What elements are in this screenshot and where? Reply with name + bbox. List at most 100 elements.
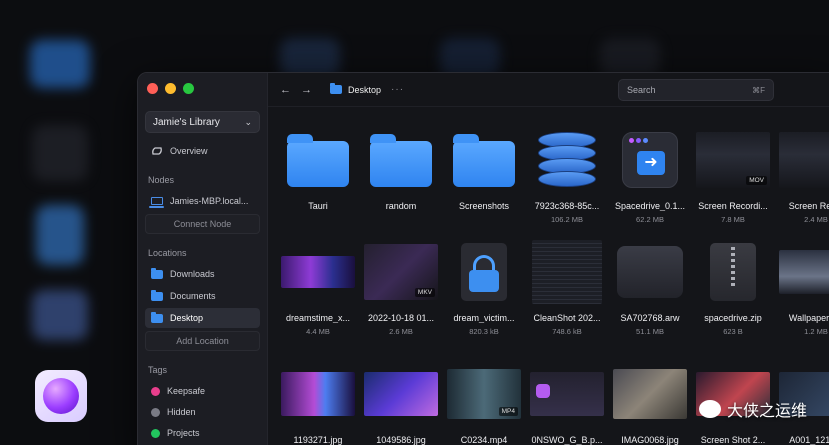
file-item[interactable]: MP4 C0234.mp4 — [444, 361, 524, 445]
nodes-section-title: Nodes — [148, 175, 175, 185]
tag-color-dot — [151, 386, 160, 396]
wechat-icon — [698, 400, 721, 418]
raw-image-icon — [617, 246, 683, 298]
watermark: 大侠之运维 — [698, 397, 807, 421]
minimize-window-button[interactable] — [165, 83, 176, 94]
file-item[interactable]: 1193271.jpg — [278, 361, 358, 445]
sidebar-item-downloads[interactable]: Downloads — [145, 264, 260, 284]
file-type-badge: MOV — [746, 176, 767, 185]
explorer-main: ← → Desktop ··· Search ⌘F Tauri random S… — [268, 73, 829, 445]
image-thumbnail — [281, 256, 355, 288]
sidebar-item-desktop[interactable]: Desktop — [145, 308, 260, 328]
file-item[interactable]: CleanShot 202... 748.6 kB — [527, 239, 607, 336]
lock-icon — [461, 243, 507, 301]
file-item[interactable]: IMAG0068.jpg — [610, 361, 690, 445]
sidebar-item-tag-hidden[interactable]: Hidden — [145, 402, 260, 422]
file-size: 51.1 MB — [636, 327, 664, 336]
folder-icon — [453, 134, 515, 187]
file-name: C0234.mp4 — [460, 435, 508, 445]
sidebar-item-tag-projects[interactable]: Projects — [145, 423, 260, 443]
file-item[interactable]: WallpaperD... 1.2 MB — [776, 239, 829, 336]
folder-icon — [287, 134, 349, 187]
sidebar-item-label: Documents — [170, 291, 216, 301]
file-item[interactable]: SA702768.arw 51.1 MB — [610, 239, 690, 336]
close-window-button[interactable] — [147, 83, 158, 94]
arrow-left-icon[interactable]: ← — [280, 84, 291, 96]
sidebar-item-overview[interactable]: Overview — [145, 141, 260, 161]
sidebar-item-documents[interactable]: Documents — [145, 286, 260, 306]
connect-node-button[interactable]: Connect Node — [145, 214, 260, 234]
sidebar-item-node[interactable]: Jamies-MBP.local... — [145, 191, 260, 211]
file-name: 2022-10-18 01... — [367, 313, 435, 323]
file-item[interactable]: dream_victim... 820.3 kB — [444, 239, 524, 336]
file-size: 62.2 MB — [636, 215, 664, 224]
sidebar: Jamie's Library ⌄ Overview Nodes Jamies-… — [138, 73, 268, 445]
tag-color-dot — [151, 428, 160, 438]
sidebar-item-label: Downloads — [170, 269, 215, 279]
folder-icon — [151, 267, 163, 279]
file-name: 0NSWO_G_B.p... — [531, 435, 603, 445]
folder-icon — [151, 289, 163, 301]
sidebar-item-tag-keepsafe[interactable]: Keepsafe — [145, 381, 260, 401]
file-item[interactable]: 1049586.jpg — [361, 361, 441, 445]
file-item[interactable]: 7923c368-85c... 106.2 MB — [527, 127, 607, 224]
file-item[interactable]: Screenshots — [444, 127, 524, 211]
blurred-lock-icon — [36, 205, 84, 265]
chevron-down-icon: ⌄ — [244, 116, 252, 127]
image-thumbnail — [613, 369, 687, 419]
laptop-icon — [149, 197, 164, 208]
blurred-folder-icon — [30, 40, 90, 88]
tags-section-title: Tags — [148, 365, 168, 375]
image-thumbnail — [779, 250, 829, 294]
file-name: 1193271.jpg — [293, 435, 343, 445]
toolbar: ← → Desktop ··· Search ⌘F — [268, 73, 829, 107]
installer-icon: ➜ — [622, 132, 678, 188]
file-name: 7923c368-85c... — [534, 201, 600, 211]
file-size: 4.4 MB — [306, 327, 330, 336]
file-item[interactable]: 0NSWO_G_B.p... — [527, 361, 607, 445]
file-item[interactable]: ➜ Spacedrive_0.1... 62.2 MB — [610, 127, 690, 224]
file-size: 820.3 kB — [469, 327, 499, 336]
file-item[interactable]: MOV Screen Recordi... 7.8 MB — [693, 127, 773, 224]
breadcrumb[interactable]: Desktop — [330, 83, 381, 95]
search-shortcut: ⌘F — [752, 85, 765, 95]
video-thumbnail — [779, 132, 829, 188]
screenshot-thumbnail — [532, 240, 602, 304]
add-location-button[interactable]: Add Location — [145, 331, 260, 351]
folder-icon — [330, 83, 342, 94]
sidebar-item-label: Jamies-MBP.local... — [170, 196, 249, 206]
blurred-tags-icon — [32, 290, 88, 340]
file-item[interactable]: Screen Rec... 2.4 MB — [776, 127, 829, 224]
image-thumbnail — [281, 372, 355, 416]
tag-color-dot — [151, 407, 160, 417]
video-thumbnail: MP4 — [447, 369, 521, 419]
file-size: 106.2 MB — [550, 215, 584, 224]
folder-icon — [151, 311, 163, 323]
file-name: Screen Rec... — [788, 201, 829, 211]
locations-section-title: Locations — [148, 248, 187, 258]
search-input[interactable]: Search ⌘F — [618, 79, 774, 101]
image-thumbnail — [364, 372, 438, 416]
arrow-right-icon[interactable]: → — [301, 84, 312, 96]
zip-file-icon — [710, 243, 756, 301]
sidebar-item-label: Keepsafe — [167, 386, 206, 396]
file-item[interactable]: dreamstime_x... 4.4 MB — [278, 239, 358, 336]
file-size: 2.4 MB — [804, 215, 828, 224]
file-item[interactable]: spacedrive.zip 623 B — [693, 239, 773, 336]
sidebar-item-label: Projects — [167, 428, 200, 438]
file-name: Spacedrive_0.1... — [614, 201, 686, 211]
file-item[interactable]: random — [361, 127, 441, 211]
file-item[interactable]: MKV 2022-10-18 01... 2.6 MB — [361, 239, 441, 336]
file-name: Screenshots — [458, 201, 510, 211]
folder-icon — [370, 134, 432, 187]
library-selector[interactable]: Jamie's Library ⌄ — [145, 111, 260, 133]
file-type-badge: MP4 — [498, 407, 518, 416]
library-label: Jamie's Library — [153, 116, 220, 128]
overview-icon — [152, 147, 162, 155]
spacedrive-dock-icon[interactable] — [35, 370, 87, 422]
file-grid: Tauri random Screenshots 7923c368-85c...… — [268, 107, 829, 445]
watermark-text: 大侠之运维 — [726, 401, 807, 420]
more-options-icon[interactable]: ··· — [391, 84, 404, 95]
file-item[interactable]: Tauri — [278, 127, 358, 211]
zoom-window-button[interactable] — [183, 83, 194, 94]
